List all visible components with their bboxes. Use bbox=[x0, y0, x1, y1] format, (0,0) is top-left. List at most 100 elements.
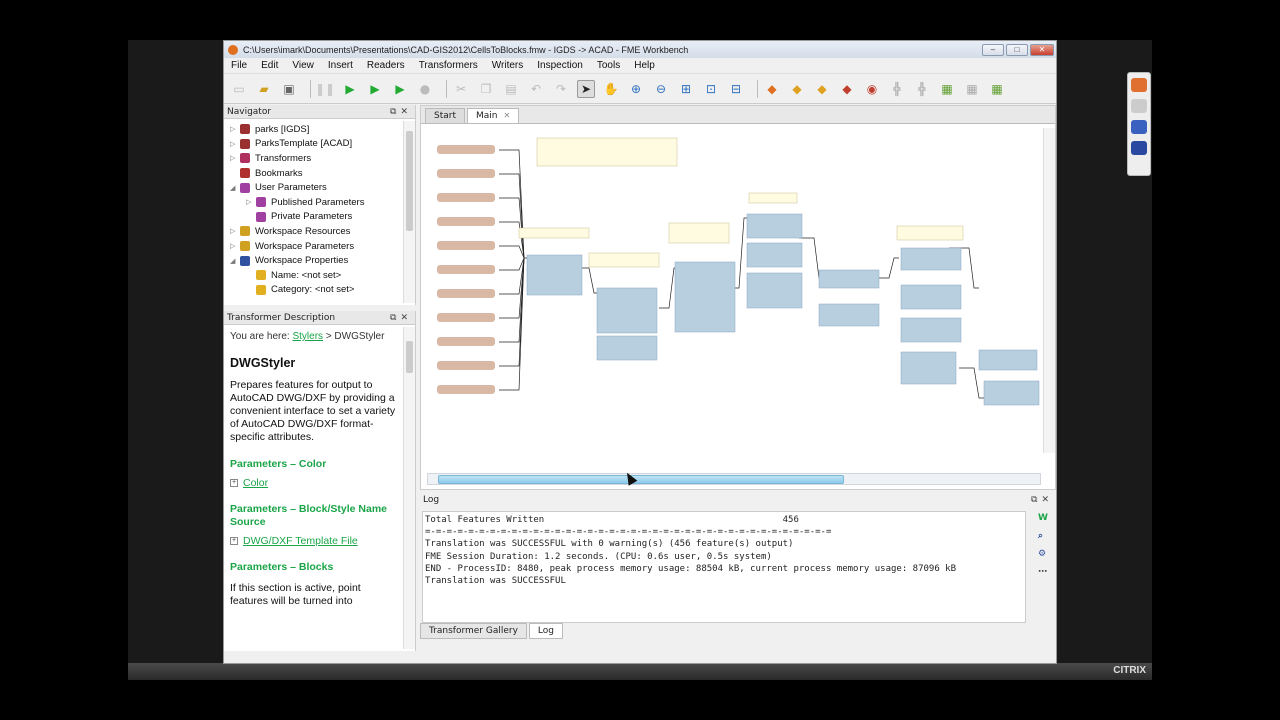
arrange-icon[interactable]: ▦ bbox=[963, 80, 981, 98]
expand-icon[interactable]: ◢ bbox=[230, 184, 240, 192]
undo-icon[interactable]: ↶ bbox=[527, 80, 545, 98]
add-writer-icon[interactable]: ◆ bbox=[788, 80, 806, 98]
close-button[interactable]: ✕ bbox=[1030, 43, 1054, 56]
distribute-icon[interactable]: ╬ bbox=[913, 80, 931, 98]
log-settings-icon[interactable]: ⚙ bbox=[1038, 549, 1052, 563]
tab-log[interactable]: Log bbox=[528, 623, 563, 639]
settings-icon[interactable] bbox=[1131, 141, 1147, 155]
minimize-button[interactable]: – bbox=[982, 43, 1004, 56]
horizontal-scroll-thumb[interactable] bbox=[438, 475, 844, 484]
menu-insert[interactable]: Insert bbox=[321, 60, 360, 71]
canvas-horizontal-scrollbar[interactable] bbox=[427, 473, 1041, 485]
select-pointer-icon[interactable]: ➤ bbox=[577, 79, 595, 98]
zoom-out-icon[interactable]: ⊖ bbox=[652, 80, 670, 98]
maximize-button[interactable]: □ bbox=[1006, 43, 1028, 56]
panel-buttons[interactable]: ⧉✕ bbox=[390, 107, 415, 117]
citrix-side-panel[interactable] bbox=[1127, 72, 1151, 176]
partial-run-icon[interactable]: ▶ bbox=[391, 80, 409, 98]
title-bar[interactable]: C:\Users\imark\Documents\Presentations\C… bbox=[224, 41, 1056, 58]
log-filter-icon[interactable]: W bbox=[1038, 513, 1052, 527]
log-output[interactable]: Total Features Written 456 =-=-=-=-=-=-=-… bbox=[422, 511, 1026, 623]
copy-icon[interactable]: ❐ bbox=[477, 80, 495, 98]
add-transformer-icon[interactable]: ◆ bbox=[813, 80, 831, 98]
expand-icon[interactable]: ▷ bbox=[230, 140, 240, 148]
expand-icon[interactable]: ▷ bbox=[230, 125, 240, 133]
tab-start[interactable]: Start bbox=[425, 108, 465, 123]
template-file-link[interactable]: DWG/DXF Template File bbox=[243, 535, 358, 547]
expand-icon[interactable]: ▷ bbox=[230, 227, 240, 235]
redo-icon[interactable]: ↷ bbox=[552, 80, 570, 98]
menu-help[interactable]: Help bbox=[627, 60, 662, 71]
menu-transformers[interactable]: Transformers bbox=[412, 60, 485, 71]
log-find-icon[interactable]: ⌕ bbox=[1038, 531, 1052, 545]
annotations[interactable] bbox=[518, 137, 964, 268]
breadcrumb-link-stylers[interactable]: Stylers bbox=[292, 331, 323, 342]
reader-feature-types[interactable] bbox=[437, 145, 495, 394]
nav-item[interactable]: ▷ Transformers bbox=[228, 151, 415, 166]
open-icon[interactable]: ▰ bbox=[255, 80, 273, 98]
tab-main[interactable]: Main ✕ bbox=[467, 108, 520, 123]
tab-transformer-gallery[interactable]: Transformer Gallery bbox=[420, 623, 527, 639]
scroll-thumb[interactable] bbox=[406, 131, 413, 231]
expand-box-icon[interactable]: + bbox=[230, 479, 238, 487]
expand-box-icon[interactable]: + bbox=[230, 537, 238, 545]
expand-icon[interactable]: ▷ bbox=[246, 198, 256, 206]
pause-icon[interactable]: ❚❚ bbox=[315, 80, 335, 98]
zoom-in-icon[interactable]: ⊕ bbox=[627, 80, 645, 98]
workflow-diagram[interactable] bbox=[429, 128, 1049, 478]
menu-writers[interactable]: Writers bbox=[485, 60, 530, 71]
menu-tools[interactable]: Tools bbox=[590, 60, 627, 71]
expand-icon[interactable]: ▷ bbox=[230, 242, 240, 250]
nav-item[interactable]: Bookmarks bbox=[228, 166, 415, 181]
panel-buttons[interactable]: ⧉✕ bbox=[390, 313, 415, 323]
menu-file[interactable]: File bbox=[224, 60, 254, 71]
nav-item[interactable]: Category: <not set> bbox=[228, 283, 415, 298]
close-tab-icon[interactable]: ✕ bbox=[504, 111, 511, 120]
expand-icon[interactable]: ▷ bbox=[230, 154, 240, 162]
disconnect-icon[interactable] bbox=[1131, 78, 1147, 92]
nav-item[interactable]: ◢ Workspace Properties bbox=[228, 253, 415, 268]
align-icon[interactable]: ╬ bbox=[888, 80, 906, 98]
pin-icon[interactable] bbox=[1131, 99, 1147, 113]
nav-item[interactable]: ▷ parks [IGDS] bbox=[228, 122, 415, 137]
log-more-icon[interactable]: ⋯ bbox=[1038, 567, 1052, 581]
run-icon[interactable]: ▶ bbox=[341, 80, 359, 98]
menu-edit[interactable]: Edit bbox=[254, 60, 285, 71]
color-item[interactable]: + Color bbox=[230, 477, 401, 489]
nav-item[interactable]: Private Parameters bbox=[228, 210, 415, 225]
pan-hand-icon[interactable]: ✋ bbox=[602, 80, 620, 98]
menu-inspection[interactable]: Inspection bbox=[530, 60, 590, 71]
run-with-prompt-icon[interactable]: ▶ bbox=[366, 80, 384, 98]
nav-item[interactable]: ▷ ParksTemplate [ACAD] bbox=[228, 137, 415, 152]
add-reader-icon[interactable]: ◆ bbox=[763, 80, 781, 98]
scroll-thumb[interactable] bbox=[406, 341, 413, 373]
layout-icon[interactable]: ▦ bbox=[938, 80, 956, 98]
new-icon[interactable]: ▭ bbox=[230, 80, 248, 98]
nav-item[interactable]: Name: <not set> bbox=[228, 268, 415, 283]
save-icon[interactable]: ▣ bbox=[280, 80, 298, 98]
transformers[interactable] bbox=[526, 213, 1040, 406]
navigator-scrollbar[interactable] bbox=[403, 121, 415, 303]
description-scrollbar[interactable] bbox=[403, 327, 415, 649]
nav-item[interactable]: ▷ Workspace Resources bbox=[228, 224, 415, 239]
zoom-selected-icon[interactable]: ⊡ bbox=[702, 80, 720, 98]
window-icon[interactable] bbox=[1131, 120, 1147, 134]
canvas-vertical-scrollbar[interactable] bbox=[1043, 128, 1055, 453]
inspect-icon[interactable]: ◉ bbox=[863, 80, 881, 98]
menu-readers[interactable]: Readers bbox=[360, 60, 412, 71]
stop-icon[interactable]: ● bbox=[416, 80, 434, 98]
expand-icon[interactable]: ◢ bbox=[230, 257, 240, 265]
color-link[interactable]: Color bbox=[243, 477, 268, 489]
cut-icon[interactable]: ✂ bbox=[452, 80, 470, 98]
panel-buttons[interactable]: ⧉✕ bbox=[1031, 495, 1056, 505]
template-file-item[interactable]: + DWG/DXF Template File bbox=[230, 535, 401, 547]
nav-item[interactable]: ▷ Published Parameters bbox=[228, 195, 415, 210]
publish-icon[interactable]: ▦ bbox=[988, 80, 1006, 98]
paste-icon[interactable]: ▤ bbox=[502, 80, 520, 98]
nav-item[interactable]: ▷ Workspace Parameters bbox=[228, 239, 415, 254]
add-bookmark-icon[interactable]: ◆ bbox=[838, 80, 856, 98]
zoom-window-icon[interactable]: ⊟ bbox=[727, 80, 745, 98]
zoom-extents-icon[interactable]: ⊞ bbox=[677, 80, 695, 98]
nav-item[interactable]: ◢ User Parameters bbox=[228, 180, 415, 195]
menu-view[interactable]: View bbox=[285, 60, 321, 71]
